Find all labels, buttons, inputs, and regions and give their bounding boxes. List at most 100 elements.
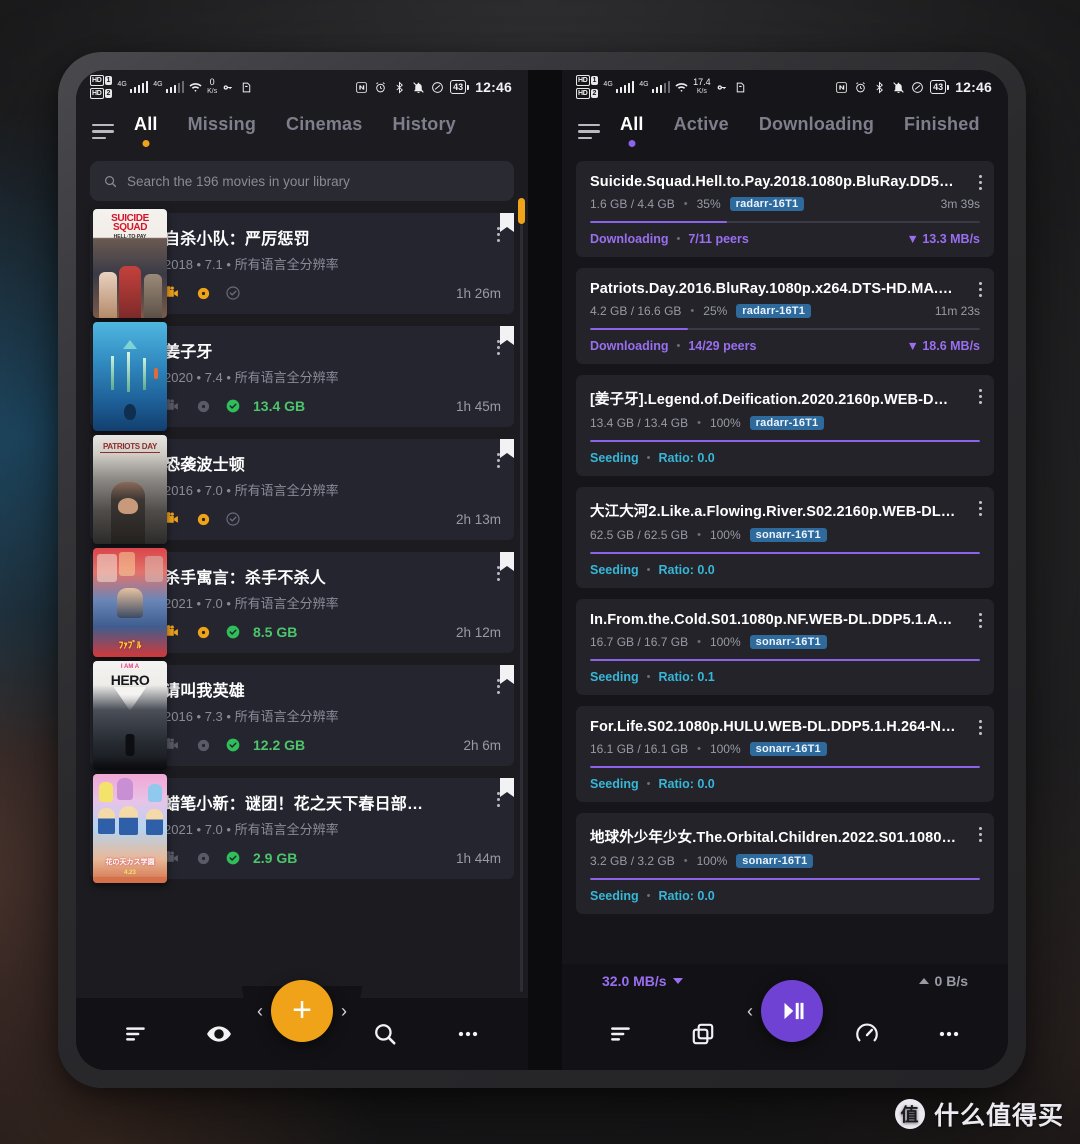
bookmark-icon[interactable] — [500, 665, 514, 684]
torrent-downloaded: 62.5 GB — [590, 528, 635, 542]
movie-meta: 2020 • 7.4 • 所有语言全分辨率 — [164, 370, 339, 385]
upload-speed-indicator[interactable]: 0 B/s — [918, 973, 968, 989]
torrent-row[interactable]: For.Life.S02.1080p.HULU.WEB-DL.DDP5.1.H.… — [576, 706, 994, 802]
list-item[interactable]: I AM A HERO 请叫我英雄 2016 • 7.3 • 所有语言全分辨率 … — [90, 661, 514, 770]
torrent-row[interactable]: Patriots.Day.2016.BluRay.1080p.x264.DTS-… — [576, 268, 994, 364]
torrent-category-tag[interactable]: sonarr-16T1 — [749, 528, 827, 542]
torrent-category-tag[interactable]: sonarr-16T1 — [749, 635, 827, 649]
torrent-speed: 18.6 MB/s — [922, 339, 980, 353]
signal-2-icon: 4G — [639, 81, 671, 93]
movie-rating: 7.3 — [204, 709, 223, 724]
torrent-category-tag[interactable]: radarr-16T1 — [736, 304, 812, 318]
progress-bar-fill — [590, 221, 727, 223]
movie-quality: 所有语言全分辨率 — [234, 709, 339, 724]
play-pause-fab[interactable] — [761, 980, 823, 1042]
torrent-row[interactable]: 地球外少年少女.The.Orbital.Children.2022.S01.10… — [576, 813, 994, 914]
sort-icon[interactable] — [114, 1012, 158, 1056]
torrent-sizes: 62.5 GB / 62.5 GB — [590, 528, 689, 542]
sort-icon[interactable] — [599, 1012, 643, 1056]
search-input[interactable]: Search the 196 movies in your library — [90, 161, 514, 201]
sim-1-number: 1 — [104, 76, 113, 85]
torrent-overflow-menu[interactable] — [979, 827, 982, 842]
downloaded-check-icon — [226, 625, 240, 639]
chevron-right-icon[interactable]: › — [341, 1002, 347, 1020]
list-item[interactable]: 姜子牙 2020 • 7.4 • 所有语言全分辨率 13.4 GB 1h 45m — [90, 322, 514, 431]
meta-separator: • — [683, 855, 688, 867]
torrent-overflow-menu[interactable] — [979, 501, 982, 516]
torrent-overflow-menu[interactable] — [979, 720, 982, 735]
tab-active-dot — [142, 140, 150, 147]
hamburger-icon[interactable] — [578, 119, 604, 145]
bookmark-icon[interactable] — [500, 778, 514, 797]
play-pause-icon — [784, 1002, 804, 1020]
movie-status-row: 2.9 GB — [164, 849, 480, 867]
torrent-row[interactable]: Suicide.Squad.Hell.to.Pay.2018.1080p.Blu… — [576, 161, 994, 257]
more-icon[interactable] — [927, 1012, 971, 1056]
torrent-sizes: 4.2 GB / 16.6 GB — [590, 304, 682, 318]
torrent-name: Suicide.Squad.Hell.to.Pay.2018.1080p.Blu… — [590, 174, 980, 190]
wifi-icon — [189, 82, 202, 92]
eye-icon[interactable] — [197, 1012, 241, 1056]
hamburger-icon[interactable] — [92, 119, 118, 145]
torrent-downloaded: 3.2 GB — [590, 854, 628, 868]
torrent-state: Downloading — [590, 339, 669, 353]
tab-cinemas[interactable]: Cinemas — [284, 112, 364, 151]
torrent-category-tag[interactable]: sonarr-16T1 — [736, 854, 814, 868]
chevron-left-icon[interactable]: ‹ — [747, 1002, 753, 1020]
tab-history[interactable]: History — [390, 112, 457, 151]
torrent-sizes: 13.4 GB / 13.4 GB — [590, 416, 689, 430]
tab-downloading[interactable]: Downloading — [757, 112, 876, 151]
sim-1-number: 1 — [590, 76, 599, 85]
tab-all[interactable]: All — [618, 112, 646, 151]
progress-bar-fill — [590, 659, 980, 661]
torrent-state: Seeding — [590, 563, 639, 577]
list-item[interactable]: ﾌｧﾌﾞﾙ 杀手寓言：杀手不杀人 2021 • 7.0 • 所有语言全分辨率 8… — [90, 548, 514, 657]
tab-active[interactable]: Active — [672, 112, 731, 151]
tab-finished[interactable]: Finished — [902, 112, 982, 151]
torrent-peers: 7/11 peers — [688, 232, 749, 246]
copy-icon[interactable] — [681, 1012, 725, 1056]
bookmark-icon[interactable] — [500, 326, 514, 345]
bookmark-icon[interactable] — [500, 439, 514, 458]
torrent-overflow-menu[interactable] — [979, 175, 982, 190]
movie-duration: 2h 6m — [463, 738, 501, 753]
list-item[interactable]: 花の天カス学園 4.23 蜡笔小新：谜团！花之天下春日部… 2021 • 7.0… — [90, 774, 514, 883]
tab-all[interactable]: All — [132, 112, 160, 151]
tab-cinemas-label: Cinemas — [286, 114, 363, 134]
torrent-row[interactable]: In.From.the.Cold.S01.1080p.NF.WEB-DL.DDP… — [576, 599, 994, 695]
bookmark-icon[interactable] — [500, 213, 514, 232]
torrent-row[interactable]: [姜子牙].Legend.of.Deification.2020.2160p.W… — [576, 375, 994, 476]
add-movie-fab[interactable]: + — [271, 980, 333, 1042]
nfc-icon — [836, 81, 847, 93]
torrent-overflow-menu[interactable] — [979, 282, 982, 297]
movie-year: 2016 — [164, 483, 193, 498]
speedometer-icon[interactable] — [845, 1012, 889, 1056]
sim-2-number: 2 — [104, 89, 113, 98]
torrent-sizes: 3.2 GB / 3.2 GB — [590, 854, 675, 868]
torrent-percent: 100% — [709, 528, 741, 542]
chevron-left-icon[interactable]: ‹ — [257, 1002, 263, 1020]
torrent-state: Seeding — [590, 451, 639, 465]
network-gen-label-2: 4G — [639, 81, 649, 88]
net-speed-value: 0 — [209, 77, 215, 87]
torrent-overflow-menu[interactable] — [979, 389, 982, 404]
torrent-name: In.From.the.Cold.S01.1080p.NF.WEB-DL.DDP… — [590, 612, 980, 628]
torrent-row[interactable]: 大江大河2.Like.a.Flowing.River.S02.2160p.WEB… — [576, 487, 994, 588]
tab-missing[interactable]: Missing — [186, 112, 258, 151]
download-speed-indicator[interactable]: 32.0 MB/s — [602, 973, 683, 989]
more-icon[interactable] — [446, 1012, 490, 1056]
torrent-category-tag[interactable]: radarr-16T1 — [729, 197, 805, 211]
torrent-state: Seeding — [590, 670, 639, 684]
torrent-category-tag[interactable]: sonarr-16T1 — [749, 742, 827, 756]
bookmark-icon[interactable] — [500, 552, 514, 571]
scrollbar-thumb[interactable] — [518, 198, 525, 224]
vpn-key-icon — [223, 84, 232, 90]
torrent-overflow-menu[interactable] — [979, 613, 982, 628]
search-icon[interactable] — [363, 1012, 407, 1056]
movie-size: 2.9 GB — [253, 850, 298, 866]
scrollbar-track[interactable] — [520, 224, 523, 992]
nfc-icon — [356, 81, 367, 93]
list-item[interactable]: SUICIDE SQUAD HELL·TO·PAY 自杀小队：严厉惩罚 2018 … — [90, 209, 514, 318]
list-item[interactable]: PATRIOTS DAY 恐袭波士顿 2016 • 7.0 • 所有语言全分辨率 — [90, 435, 514, 544]
torrent-category-tag[interactable]: radarr-16T1 — [749, 416, 825, 430]
